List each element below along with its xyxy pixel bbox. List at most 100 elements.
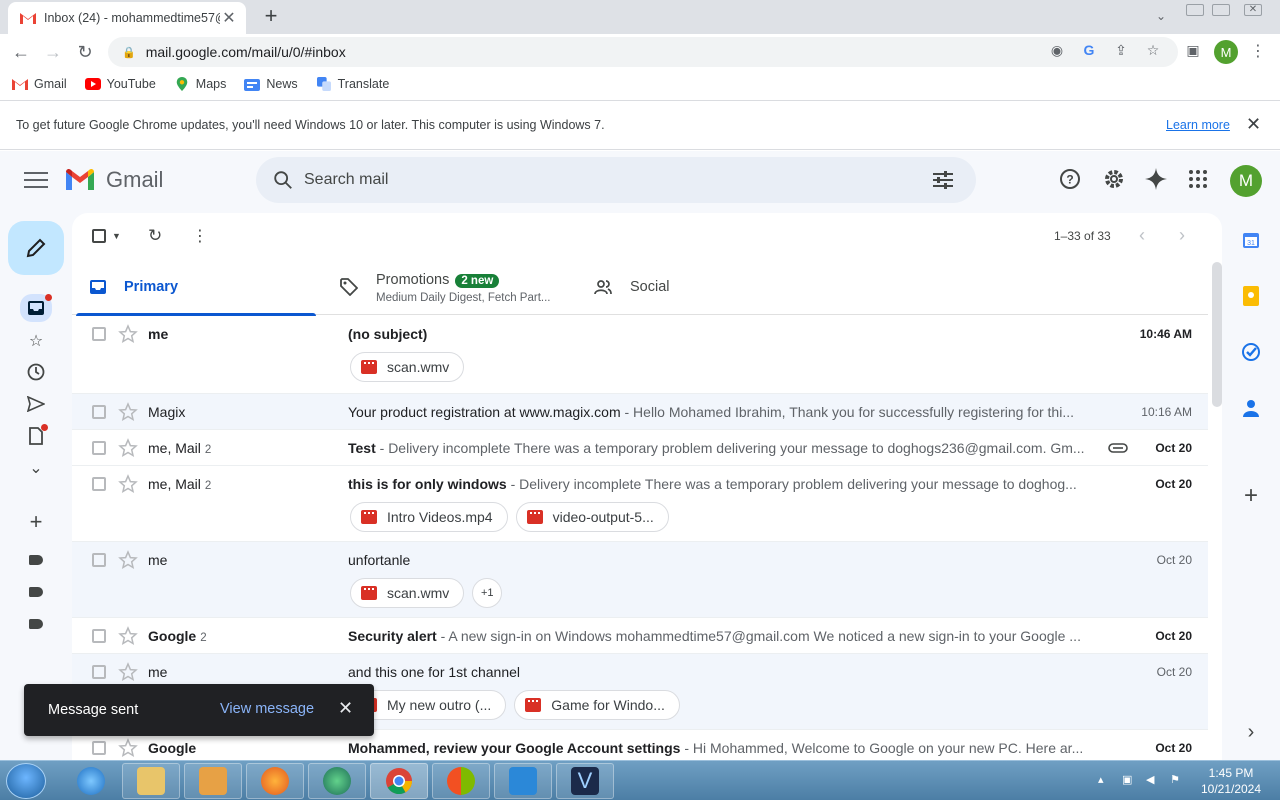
action-center-flag-icon[interactable]: ⚑ bbox=[1170, 773, 1184, 787]
select-all-checkbox[interactable]: ▼ bbox=[92, 225, 121, 247]
search-icon[interactable] bbox=[272, 169, 294, 191]
share-icon[interactable]: ⇪ bbox=[1112, 41, 1130, 59]
star-icon[interactable] bbox=[118, 474, 138, 494]
contacts-icon[interactable] bbox=[1240, 397, 1262, 419]
star-icon[interactable] bbox=[118, 626, 138, 646]
row-checkbox[interactable] bbox=[92, 665, 106, 679]
drafts-nav-icon[interactable] bbox=[24, 424, 48, 448]
firefox-icon[interactable] bbox=[246, 763, 304, 799]
bookmark-translate[interactable]: Translate bbox=[316, 77, 389, 91]
label-tag-icon[interactable] bbox=[24, 580, 48, 604]
file-explorer-icon[interactable] bbox=[122, 763, 180, 799]
more-chevron-icon[interactable]: ⌄ bbox=[24, 456, 48, 480]
tab-promotions[interactable]: Promotions 2 new Medium Daily Digest, Fet… bbox=[340, 259, 580, 315]
tab-primary[interactable]: Primary bbox=[72, 259, 316, 316]
gemini-sparkle-icon[interactable] bbox=[1142, 165, 1170, 193]
label-tag-icon[interactable] bbox=[24, 612, 48, 636]
row-checkbox[interactable] bbox=[92, 477, 106, 491]
more-actions-icon[interactable]: ⋮ bbox=[192, 225, 208, 247]
new-tab-button[interactable]: + bbox=[260, 4, 282, 30]
chrome-profile-avatar[interactable]: M bbox=[1214, 40, 1238, 64]
network-icon[interactable]: ▣ bbox=[1122, 773, 1136, 787]
reload-icon[interactable]: ↻ bbox=[72, 39, 98, 65]
star-icon[interactable] bbox=[118, 438, 138, 458]
attachment-chip[interactable]: scan.wmv bbox=[350, 578, 465, 608]
row-checkbox[interactable] bbox=[92, 405, 106, 419]
snoozed-clock-icon[interactable] bbox=[24, 360, 48, 384]
tab-social[interactable]: Social bbox=[594, 259, 834, 315]
attachment-chip[interactable]: Game for Windo... bbox=[514, 690, 680, 720]
gmail-logo[interactable]: Gmail bbox=[64, 167, 163, 193]
compose-button[interactable] bbox=[8, 221, 64, 275]
chrome-menu-icon[interactable]: ⋮ bbox=[1248, 40, 1268, 64]
browser-tab-inbox[interactable]: Inbox (24) - mohammedtime57@gmail.com ✕ bbox=[8, 2, 246, 34]
window-close-button[interactable]: ✕ bbox=[1238, 0, 1268, 20]
window-restore-button[interactable] bbox=[1210, 0, 1232, 20]
inbox-nav-icon[interactable] bbox=[20, 294, 52, 322]
row-checkbox[interactable] bbox=[92, 441, 106, 455]
address-bar[interactable]: 🔒 mail.google.com/mail/u/0/#inbox bbox=[108, 37, 1178, 67]
tab-close-icon[interactable]: ✕ bbox=[220, 8, 238, 28]
vegas-app-icon[interactable]: V bbox=[556, 763, 614, 799]
google-lens-icon[interactable]: G bbox=[1080, 41, 1098, 59]
starred-nav-icon[interactable]: ☆ bbox=[24, 329, 48, 353]
star-icon[interactable] bbox=[118, 324, 138, 344]
row-checkbox[interactable] bbox=[92, 741, 106, 755]
attachment-chip[interactable]: video-output-5... bbox=[515, 502, 669, 532]
search-mail-input[interactable]: Search mail bbox=[256, 157, 976, 203]
eye-icon[interactable]: ◉ bbox=[1048, 41, 1066, 59]
bookmark-news[interactable]: News bbox=[244, 77, 298, 91]
refresh-icon[interactable]: ↻ bbox=[148, 225, 162, 247]
help-icon[interactable]: ? bbox=[1056, 165, 1084, 193]
bookmark-star-icon[interactable]: ☆ bbox=[1144, 41, 1162, 59]
newer-chevron-icon[interactable]: ‹ bbox=[1132, 225, 1152, 247]
internet-explorer-icon[interactable] bbox=[62, 763, 120, 799]
learn-more-link[interactable]: Learn more bbox=[1166, 118, 1230, 132]
tasks-icon[interactable] bbox=[1240, 341, 1262, 363]
older-chevron-icon[interactable]: › bbox=[1172, 225, 1192, 247]
chrome-icon[interactable] bbox=[370, 763, 428, 799]
email-row[interactable]: me (no subject) 10:46 AM scan.wmv bbox=[72, 316, 1208, 394]
get-addons-plus-icon[interactable]: + bbox=[1240, 482, 1262, 509]
email-row[interactable]: Google 2 Security alert - A new sign-in o… bbox=[72, 618, 1208, 654]
view-message-link[interactable]: View message bbox=[220, 701, 314, 717]
bookmark-youtube[interactable]: YouTube bbox=[84, 77, 156, 91]
infobar-close-icon[interactable]: ✕ bbox=[1246, 114, 1261, 135]
search-options-icon[interactable] bbox=[932, 170, 954, 190]
email-row[interactable]: me, Mail 2 Test - Delivery incomplete The… bbox=[72, 430, 1208, 466]
calendar-icon[interactable]: 31 bbox=[1240, 229, 1262, 251]
email-row[interactable]: me unfortanle Oct 20 scan.wmv +1 bbox=[72, 542, 1208, 618]
toast-close-icon[interactable]: ✕ bbox=[338, 698, 353, 719]
sent-nav-icon[interactable] bbox=[24, 392, 48, 416]
email-row[interactable]: Magix Your product registration at www.m… bbox=[72, 394, 1208, 430]
start-button[interactable] bbox=[6, 763, 46, 799]
google-apps-icon[interactable] bbox=[1184, 165, 1212, 193]
app-tile-icon[interactable] bbox=[494, 763, 552, 799]
show-side-panel-chevron-icon[interactable]: › bbox=[1240, 721, 1262, 743]
forward-arrow-icon[interactable]: → bbox=[40, 39, 66, 65]
settings-gear-icon[interactable] bbox=[1100, 165, 1128, 193]
create-label-icon[interactable]: + bbox=[24, 509, 48, 534]
account-avatar[interactable]: M bbox=[1230, 165, 1262, 197]
taskbar-clock[interactable]: 1:45 PM 10/21/2024 bbox=[1198, 765, 1264, 797]
keep-icon[interactable] bbox=[1240, 285, 1262, 307]
windows-flag-icon[interactable] bbox=[432, 763, 490, 799]
window-minimize-button[interactable] bbox=[1184, 0, 1206, 20]
main-menu-icon[interactable] bbox=[22, 167, 50, 193]
bookmark-maps[interactable]: Maps bbox=[174, 77, 226, 91]
app-globe-icon[interactable] bbox=[308, 763, 366, 799]
star-icon[interactable] bbox=[118, 550, 138, 570]
attachment-chip[interactable]: Intro Videos.mp4 bbox=[350, 502, 508, 532]
row-checkbox[interactable] bbox=[92, 553, 106, 567]
label-tag-icon[interactable] bbox=[24, 548, 48, 572]
email-row[interactable]: me, Mail 2 this is for only windows - Del… bbox=[72, 466, 1208, 542]
bookmark-gmail[interactable]: Gmail bbox=[12, 77, 67, 91]
star-icon[interactable] bbox=[118, 738, 138, 758]
star-icon[interactable] bbox=[118, 402, 138, 422]
mail-list-scrollbar[interactable] bbox=[1212, 262, 1222, 407]
side-panel-icon[interactable]: ▣ bbox=[1184, 41, 1202, 59]
tab-search-chevron-icon[interactable]: ⌄ bbox=[1150, 6, 1172, 26]
select-dropdown-icon[interactable]: ▼ bbox=[112, 231, 121, 241]
tray-expand-icon[interactable]: ▴ bbox=[1098, 773, 1112, 787]
more-attachments-chip[interactable]: +1 bbox=[472, 578, 503, 608]
